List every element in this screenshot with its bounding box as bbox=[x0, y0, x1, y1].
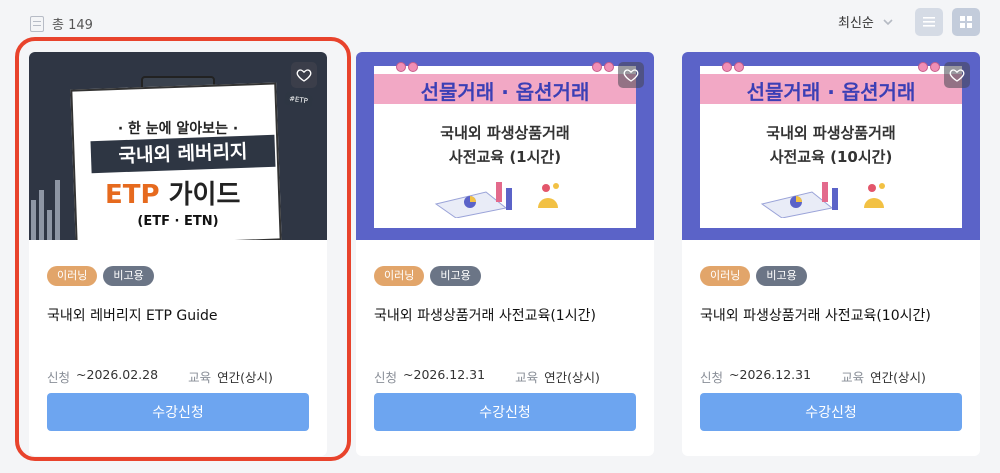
list-view-button[interactable] bbox=[915, 8, 943, 36]
course-card[interactable]: 선물거래 · 옵션거래 국내외 파생상품거래 사전교육 (10시간) 이러닝 비… bbox=[682, 52, 980, 456]
tag-list: 이러닝 비고용 bbox=[47, 266, 154, 286]
apply-label: 신청 bbox=[700, 370, 724, 385]
pin-icon bbox=[396, 62, 406, 72]
thumbnail-etp: ETP bbox=[105, 180, 160, 210]
thumbnail-subtitle: · 한 눈에 알아보는 · bbox=[117, 121, 239, 137]
thumbnail-title-line2: ETP 가이드 bbox=[105, 174, 240, 211]
thumbnail-subtitle-1: 국내외 파생상품거래 bbox=[440, 124, 570, 142]
thumbnail-subtitle-1: 국내외 파생상품거래 bbox=[766, 124, 896, 142]
course-card[interactable]: 선물거래 · 옵션거래 국내외 파생상품거래 사전교육 (1시간) 이러닝 비고… bbox=[356, 52, 654, 456]
apply-label: 신청 bbox=[374, 370, 398, 385]
course-thumbnail[interactable]: 선물거래 · 옵션거래 국내외 파생상품거래 사전교육 (1시간) bbox=[356, 52, 654, 240]
list-view-icon bbox=[923, 17, 935, 27]
heart-icon bbox=[949, 69, 965, 82]
etp-badge: #ETP bbox=[284, 92, 313, 108]
sort-dropdown[interactable]: 최신순 bbox=[838, 12, 894, 31]
thumbnail-subtitle-2: 사전교육 (10시간) bbox=[769, 148, 893, 166]
favorite-button[interactable] bbox=[291, 62, 317, 88]
course-title[interactable]: 국내외 레버리지 ETP Guide bbox=[47, 305, 217, 325]
tag-non-employment: 비고용 bbox=[430, 266, 481, 286]
apply-period: ~2026.02.28 bbox=[76, 367, 159, 382]
favorite-button[interactable] bbox=[618, 62, 644, 88]
tag-elearning: 이러닝 bbox=[47, 266, 98, 286]
sort-label: 최신순 bbox=[838, 16, 874, 31]
pin-icon bbox=[918, 62, 928, 72]
apply-label: 신청 bbox=[47, 370, 71, 385]
pin-icon bbox=[604, 62, 614, 72]
tag-list: 이러닝 비고용 bbox=[700, 266, 807, 286]
edu-period: 연간(상시) bbox=[870, 370, 926, 385]
course-meta: 신청 ~2026.02.28 교육 연간(상시) bbox=[47, 367, 273, 386]
favorite-button[interactable] bbox=[944, 62, 970, 88]
pin-icon bbox=[930, 62, 940, 72]
apply-period: ~2026.12.31 bbox=[729, 367, 812, 382]
total-count-label: 총 149 bbox=[52, 18, 93, 33]
list-header: 총 149 최신순 bbox=[0, 0, 1000, 46]
pin-icon bbox=[734, 62, 744, 72]
finance-illustration bbox=[434, 182, 559, 218]
pin-icon bbox=[722, 62, 732, 72]
course-card[interactable]: · 한 눈에 알아보는 · 국내외 레버리지 ETP 가이드 (ETF · ET… bbox=[29, 52, 327, 456]
total-count: 총 149 bbox=[30, 14, 93, 33]
edu-label: 교육 bbox=[841, 370, 865, 385]
enroll-button[interactable]: 수강신청 bbox=[47, 393, 309, 431]
course-title[interactable]: 국내외 파생상품거래 사전교육(1시간) bbox=[374, 305, 596, 325]
heart-icon bbox=[296, 69, 312, 82]
apply-period: ~2026.12.31 bbox=[403, 367, 486, 382]
thumbnail-heading: 선물거래 · 옵션거래 bbox=[420, 80, 590, 104]
pin-icon bbox=[592, 62, 602, 72]
course-title[interactable]: 국내외 파생상품거래 사전교육(10시간) bbox=[700, 305, 931, 325]
edu-period: 연간(상시) bbox=[544, 370, 600, 385]
pin-icon bbox=[408, 62, 418, 72]
tag-list: 이러닝 비고용 bbox=[374, 266, 481, 286]
grid-view-button[interactable] bbox=[952, 8, 980, 36]
thumbnail-subtitle-2: 사전교육 (1시간) bbox=[448, 148, 562, 166]
enroll-button[interactable]: 수강신청 bbox=[700, 393, 962, 431]
tag-elearning: 이러닝 bbox=[374, 266, 425, 286]
course-thumbnail[interactable]: 선물거래 · 옵션거래 국내외 파생상품거래 사전교육 (10시간) bbox=[682, 52, 980, 240]
edu-period: 연간(상시) bbox=[217, 370, 273, 385]
edu-label: 교육 bbox=[188, 370, 212, 385]
chevron-down-icon bbox=[883, 18, 893, 25]
finance-illustration bbox=[760, 182, 885, 218]
course-meta: 신청 ~2026.12.31 교육 연간(상시) bbox=[700, 367, 926, 386]
edu-label: 교육 bbox=[515, 370, 539, 385]
thumbnail-title-line1: 국내외 레버리지 bbox=[90, 134, 276, 174]
tag-elearning: 이러닝 bbox=[700, 266, 751, 286]
thumbnail-guide: 가이드 bbox=[159, 180, 241, 210]
thumbnail-paren: (ETF · ETN) bbox=[137, 214, 219, 229]
enroll-button[interactable]: 수강신청 bbox=[374, 393, 636, 431]
grid-view-icon bbox=[960, 16, 972, 28]
tag-non-employment: 비고용 bbox=[103, 266, 154, 286]
heart-icon bbox=[623, 69, 639, 82]
course-thumbnail[interactable]: · 한 눈에 알아보는 · 국내외 레버리지 ETP 가이드 (ETF · ET… bbox=[29, 52, 327, 240]
course-meta: 신청 ~2026.12.31 교육 연간(상시) bbox=[374, 367, 600, 386]
tag-non-employment: 비고용 bbox=[756, 266, 807, 286]
thumbnail-heading: 선물거래 · 옵션거래 bbox=[746, 80, 916, 104]
document-icon bbox=[30, 15, 44, 32]
